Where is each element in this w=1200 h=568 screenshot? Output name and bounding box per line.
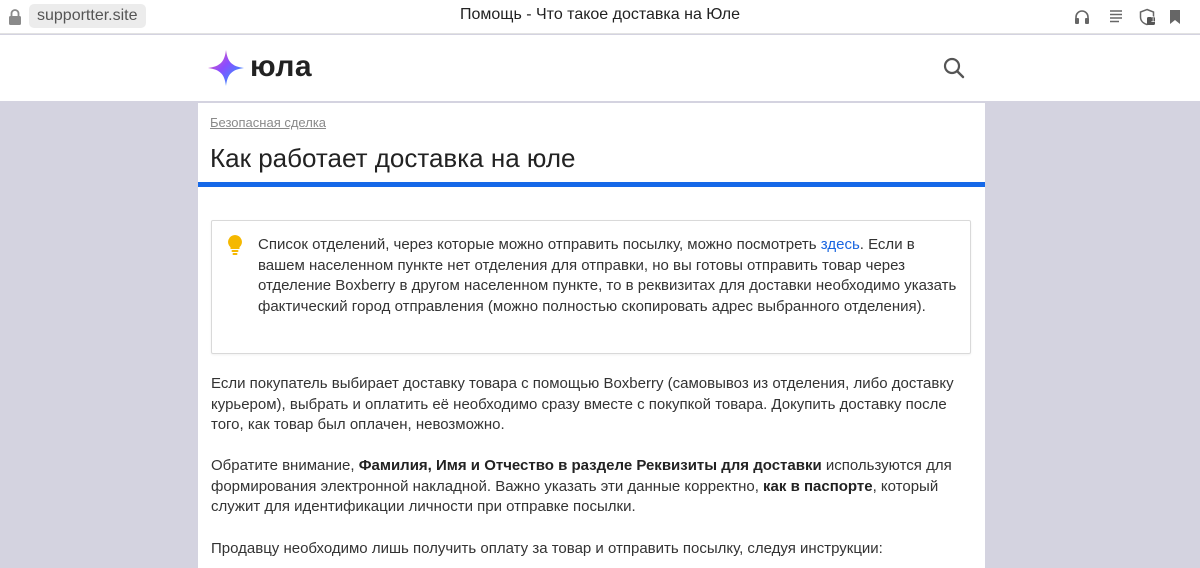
address-bar[interactable]: supportter.site [29, 4, 146, 28]
page-title: Как работает доставка на юле [210, 143, 576, 173]
article-card: Безопасная сделка Как работает доставка … [198, 103, 985, 568]
paragraph-delivery: Если покупатель выбирает доставку товара… [211, 375, 954, 433]
site-header: юла [0, 35, 1200, 101]
paragraph-bold-part: Фамилия, Имя и Отчество в разделе Реквиз… [358, 457, 822, 474]
search-button[interactable] [941, 55, 967, 81]
title-divider [198, 182, 985, 187]
paragraph-bold-part: как в паспорте [763, 477, 873, 495]
headphones-icon[interactable] [1073, 8, 1091, 26]
lightbulb-icon [227, 234, 243, 256]
logo[interactable]: юла [206, 48, 326, 88]
breadcrumb-link[interactable]: Безопасная сделка [210, 115, 326, 130]
paragraph-attention: Обратите внимание, Фамилия, Имя и Отчест… [211, 456, 981, 518]
page-tab-title: Помощь - Что такое доставка на Юле [460, 6, 740, 23]
browser-toolbar: supportter.site Помощь - Что такое доста… [0, 0, 1200, 34]
shield-badge: 1 [1150, 15, 1156, 24]
reader-mode-icon[interactable] [1107, 8, 1125, 26]
offices-link[interactable]: здесь [821, 236, 860, 253]
paragraph-text-part: Обратите внимание, [211, 457, 359, 474]
bookmark-icon[interactable] [1166, 8, 1184, 26]
tip-text-part: Список отделений, через которые можно от… [258, 236, 821, 253]
paragraph-seller: Продавцу необходимо лишь получить оплату… [211, 540, 883, 557]
star-logo-icon [208, 50, 244, 86]
logo-text: юла [250, 50, 313, 83]
tip-box: Список отделений, через которые можно от… [211, 220, 971, 354]
lock-icon[interactable] [8, 9, 22, 25]
tip-text: Список отделений, через которые можно от… [258, 235, 958, 317]
search-icon [943, 57, 965, 79]
